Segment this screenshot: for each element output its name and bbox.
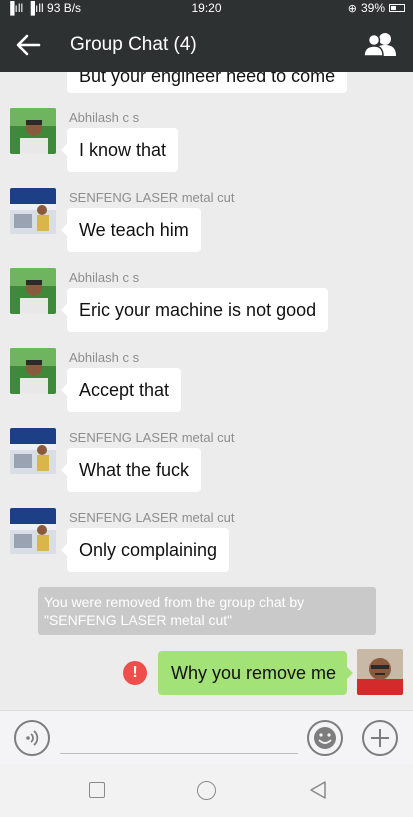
circle-icon[interactable] <box>197 781 216 800</box>
avatar[interactable] <box>10 188 56 234</box>
message-bubble[interactable]: Eric your machine is not good <box>60 288 329 332</box>
message-text: But your engineer need to come <box>79 72 336 86</box>
square-icon[interactable] <box>89 782 105 798</box>
message-bubble[interactable]: Only complaining <box>60 528 230 572</box>
sender-name: Abhilash c s <box>69 350 140 365</box>
triangle-back-icon[interactable] <box>308 780 328 800</box>
sender-name: SENFENG LASER metal cut <box>69 430 235 445</box>
message-bubble[interactable]: I know that <box>60 128 179 172</box>
group-members-icon[interactable] <box>363 31 397 57</box>
sender-name: Abhilash c s <box>69 110 140 125</box>
message-input[interactable] <box>60 753 298 754</box>
avatar[interactable] <box>10 428 56 474</box>
message-bubble[interactable]: What the fuck <box>60 448 202 492</box>
status-bar: ▐ıll ▐ıll 93 B/s 19:20 ⊕ 39% <box>0 0 413 17</box>
message-bubble[interactable]: We teach him <box>61 208 201 252</box>
chat-area[interactable]: But your engineer need to come Abhilash … <box>0 72 413 710</box>
voice-icon[interactable] <box>14 720 50 756</box>
avatar[interactable] <box>10 268 56 314</box>
alarm-icon: ⊕ <box>347 2 357 15</box>
sender-name: SENFENG LASER metal cut <box>69 190 235 205</box>
title-bar: Group Chat (4) <box>0 17 413 72</box>
plus-icon[interactable] <box>362 720 398 756</box>
avatar[interactable] <box>10 508 56 554</box>
battery-percent: 39% <box>360 1 385 15</box>
input-bar <box>0 710 413 764</box>
error-icon[interactable]: ! <box>123 661 147 685</box>
emoji-icon[interactable] <box>307 720 343 756</box>
page-title: Group Chat (4) <box>70 34 197 55</box>
avatar[interactable] <box>10 108 56 154</box>
battery-icon <box>389 4 405 12</box>
message-bubble-cut: But your engineer need to come <box>67 72 347 93</box>
battery-status: ⊕ 39% <box>348 1 405 15</box>
sender-name: SENFENG LASER metal cut <box>69 510 235 525</box>
system-nav-bar <box>0 764 413 817</box>
sender-name: Abhilash c s <box>69 270 140 285</box>
arrow-left-icon[interactable] <box>15 32 41 58</box>
own-avatar[interactable] <box>357 649 403 695</box>
system-message: You were removed from the group chat by … <box>38 587 376 635</box>
avatar[interactable] <box>10 348 56 394</box>
message-bubble[interactable]: Accept that <box>60 368 182 412</box>
own-message-bubble[interactable]: Why you remove me <box>158 651 353 695</box>
